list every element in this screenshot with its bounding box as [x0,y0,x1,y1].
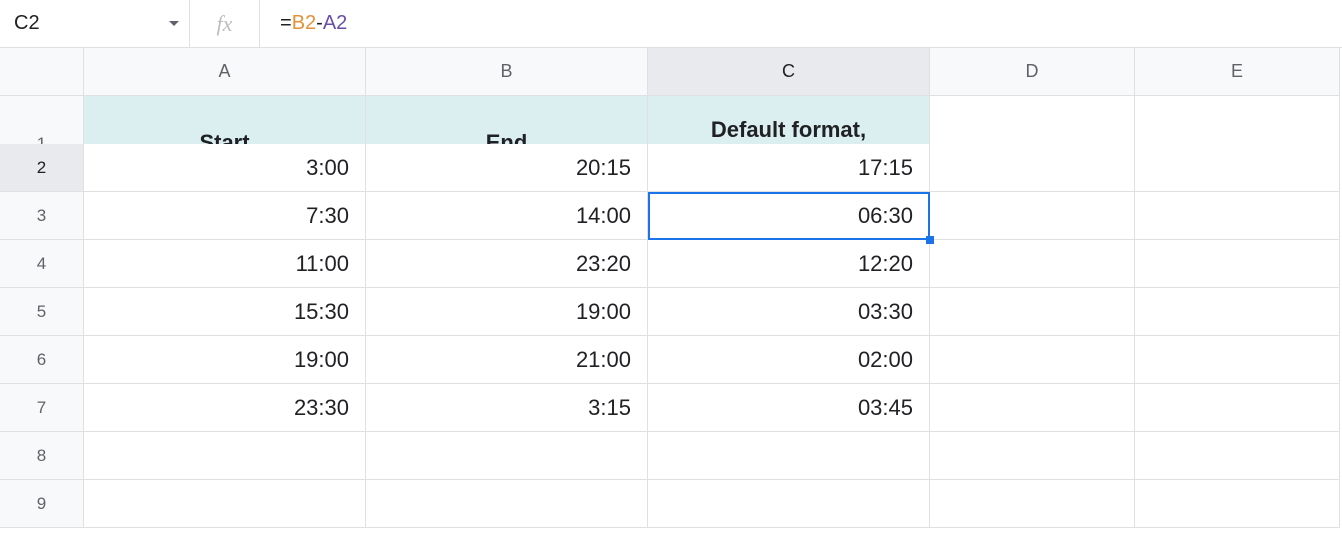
cell-D3[interactable] [930,192,1135,240]
cell-A5[interactable]: 15:30 [84,288,366,336]
cell-E5[interactable] [1135,288,1340,336]
cell-D9[interactable] [930,480,1135,528]
formula-bar: C2 fx =B2-A2 [0,0,1342,48]
cell-C9[interactable] [648,480,930,528]
cell-C3[interactable]: 06:30 [648,192,930,240]
cell-D2[interactable] [930,144,1135,192]
cell-C4[interactable]: 12:20 [648,240,930,288]
cell-E8[interactable] [1135,432,1340,480]
cell-B2[interactable]: 20:15 [366,144,648,192]
row-header-8[interactable]: 8 [0,432,84,480]
cell-C2[interactable]: 17:15 [648,144,930,192]
fx-icon: fx [190,0,260,47]
col-header-A[interactable]: A [84,48,366,96]
cell-B4[interactable]: 23:20 [366,240,648,288]
cell-E2[interactable] [1135,144,1340,192]
cell-D5[interactable] [930,288,1135,336]
row-header-5[interactable]: 5 [0,288,84,336]
col-header-C[interactable]: C [648,48,930,96]
cell-A4[interactable]: 11:00 [84,240,366,288]
row-header-3[interactable]: 3 [0,192,84,240]
cell-D4[interactable] [930,240,1135,288]
cell-D7[interactable] [930,384,1135,432]
cell-E3[interactable] [1135,192,1340,240]
row-header-4[interactable]: 4 [0,240,84,288]
name-box[interactable]: C2 [0,0,190,47]
col-header-E[interactable]: E [1135,48,1340,96]
cell-E4[interactable] [1135,240,1340,288]
cell-B9[interactable] [366,480,648,528]
cell-B5[interactable]: 19:00 [366,288,648,336]
cell-A7[interactable]: 23:30 [84,384,366,432]
cell-C8[interactable] [648,432,930,480]
row-header-2[interactable]: 2 [0,144,84,192]
cell-A8[interactable] [84,432,366,480]
fill-handle[interactable] [926,236,934,244]
cell-B6[interactable]: 21:00 [366,336,648,384]
cell-A3[interactable]: 7:30 [84,192,366,240]
cell-A6[interactable]: 19:00 [84,336,366,384]
col-header-D[interactable]: D [930,48,1135,96]
row-header-6[interactable]: 6 [0,336,84,384]
formula-op: - [316,12,323,35]
chevron-down-icon[interactable] [169,21,179,26]
formula-eq: = [280,12,292,35]
col-header-B[interactable]: B [366,48,648,96]
select-all-corner[interactable] [0,48,84,96]
cell-A9[interactable] [84,480,366,528]
cell-C6[interactable]: 02:00 [648,336,930,384]
cell-C5[interactable]: 03:30 [648,288,930,336]
cell-E7[interactable] [1135,384,1340,432]
name-box-value: C2 [14,12,40,35]
formula-ref-a2: A2 [323,12,347,35]
cell-B3[interactable]: 14:00 [366,192,648,240]
cell-E6[interactable] [1135,336,1340,384]
row-header-7[interactable]: 7 [0,384,84,432]
formula-input[interactable]: =B2-A2 [260,0,1342,47]
row-header-9[interactable]: 9 [0,480,84,528]
cell-D8[interactable] [930,432,1135,480]
cell-B8[interactable] [366,432,648,480]
formula-ref-b2: B2 [292,12,316,35]
spreadsheet-grid[interactable]: A B C D E 1 Start End Default format, hh… [0,48,1342,528]
cell-E9[interactable] [1135,480,1340,528]
cell-C7[interactable]: 03:45 [648,384,930,432]
cell-B7[interactable]: 3:15 [366,384,648,432]
cell-A2[interactable]: 3:00 [84,144,366,192]
cell-D6[interactable] [930,336,1135,384]
